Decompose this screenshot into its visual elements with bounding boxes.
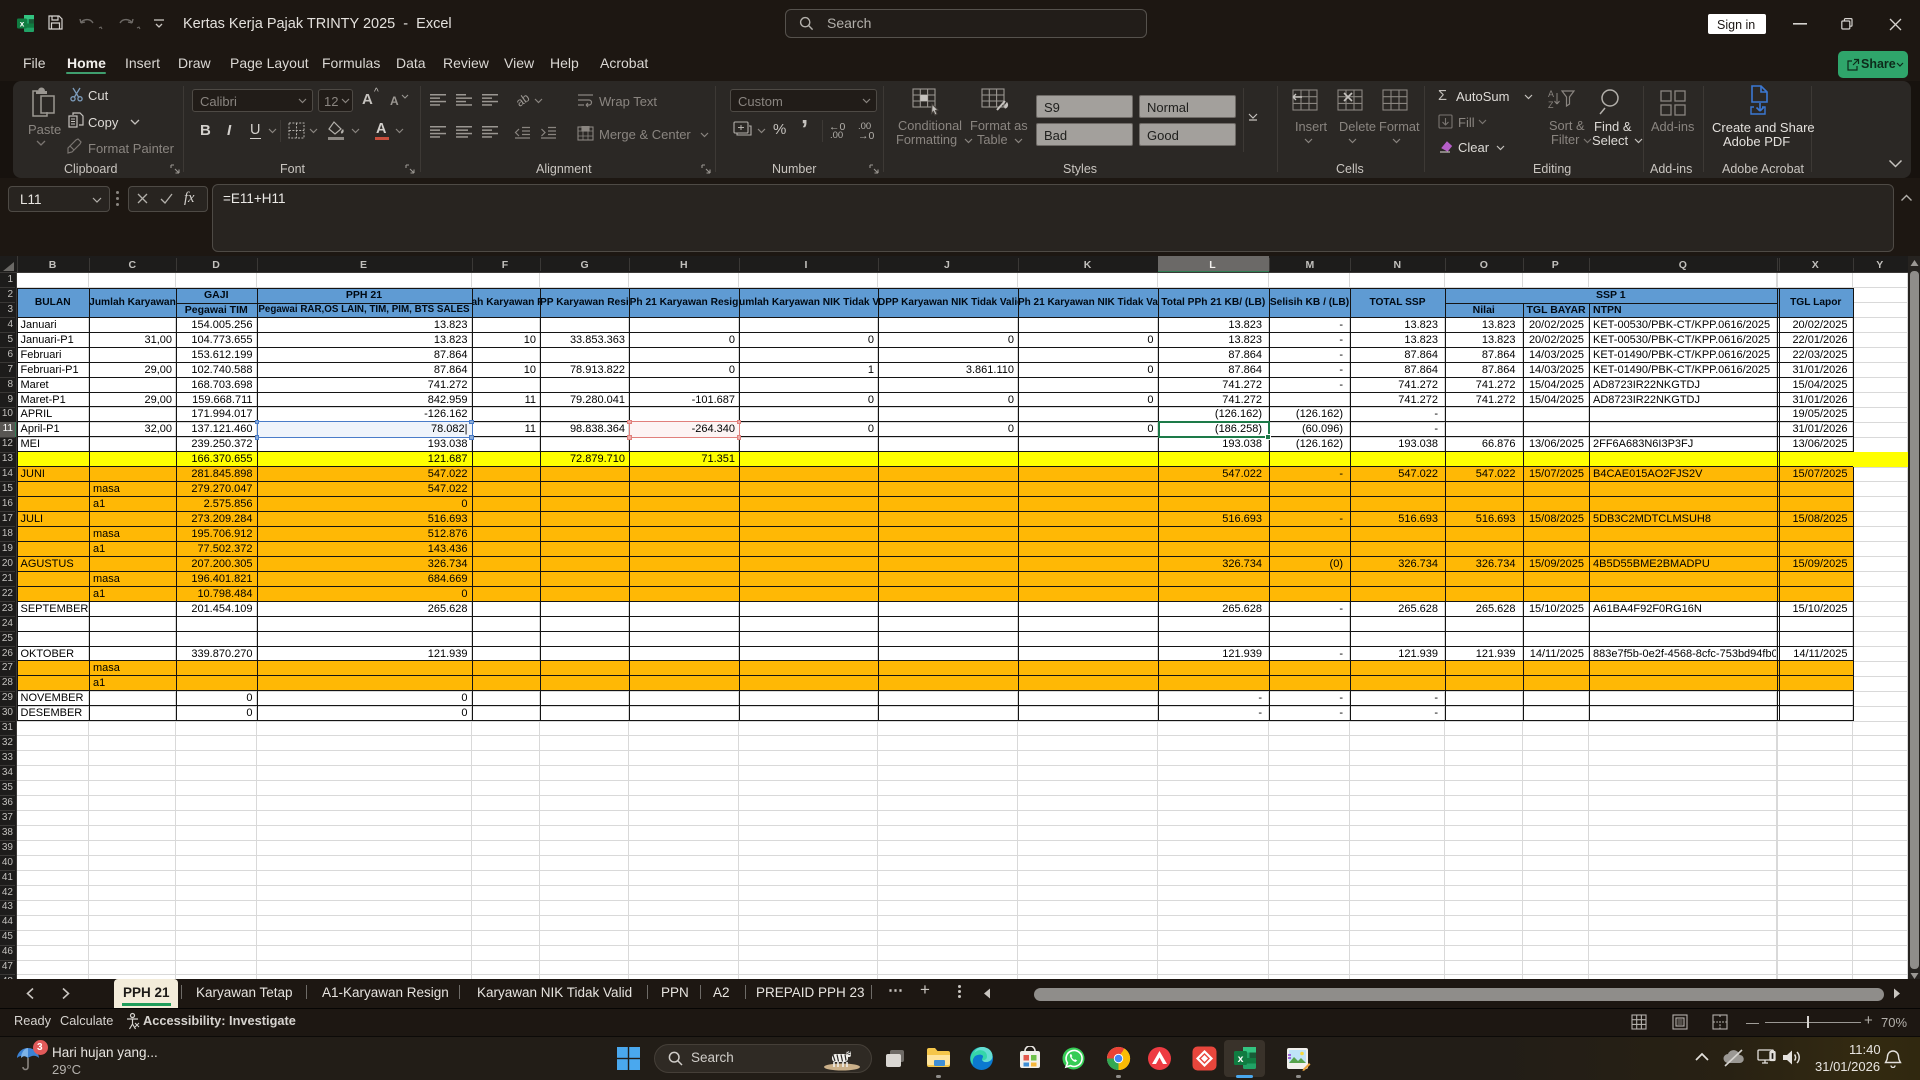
- svg-text:x: x: [1238, 1053, 1244, 1065]
- svg-text:A: A: [1548, 89, 1554, 99]
- svg-text:Z: Z: [1548, 100, 1554, 110]
- svg-text:x: x: [20, 19, 25, 28]
